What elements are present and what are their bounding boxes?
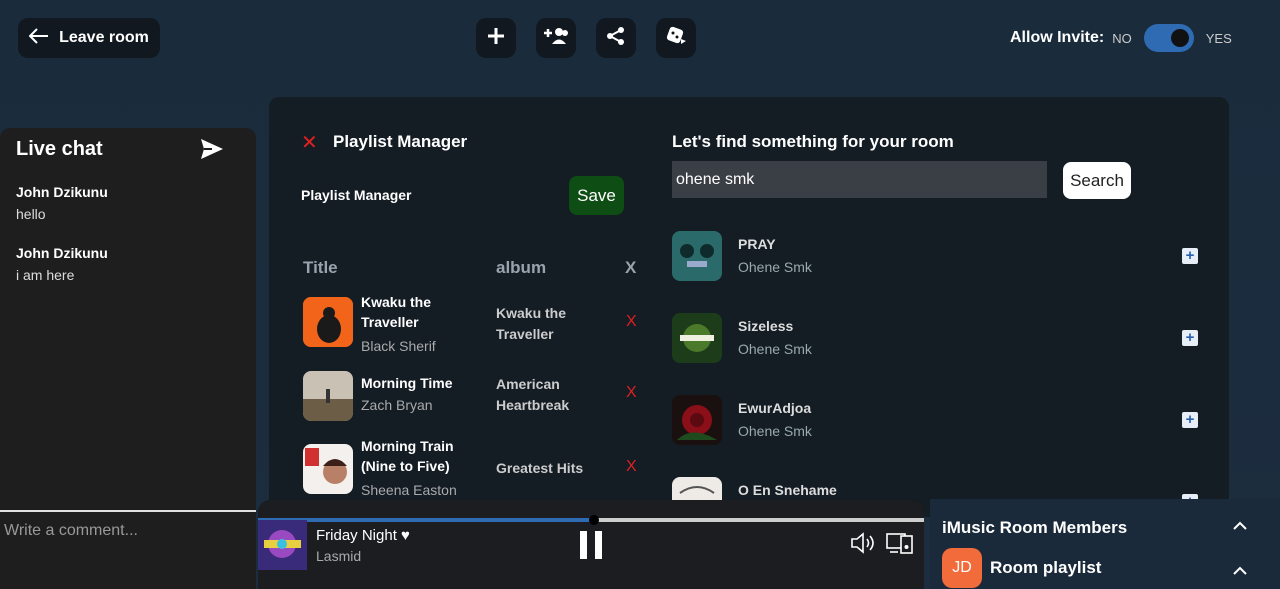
add-user-icon	[543, 27, 569, 50]
chat-text: hello	[16, 206, 46, 222]
invite-no-label: NO	[1112, 30, 1132, 46]
chat-message: John Dzikunu hello	[16, 184, 108, 222]
track-album: Greatest Hits	[496, 460, 584, 476]
volume-icon[interactable]	[850, 532, 878, 559]
chat-title: Live chat	[16, 138, 103, 160]
result-title: O En Snehame	[738, 482, 837, 498]
save-button[interactable]: Save	[569, 176, 624, 215]
avatar: JD	[942, 548, 982, 588]
shuffle-button[interactable]	[656, 18, 696, 58]
search-result: PRAY Ohene Smk +	[672, 231, 1202, 283]
chat-text: i am here	[16, 267, 75, 283]
album-art	[672, 231, 722, 281]
remove-track-button[interactable]: X	[626, 458, 637, 476]
chat-message: John Dzikunu i am here	[16, 245, 108, 283]
track-artist: Zach Bryan	[361, 397, 433, 413]
chat-author: John Dzikunu	[16, 245, 108, 261]
members-panel: iMusic Room Members JD Room playlist	[930, 499, 1280, 589]
column-title: Title	[303, 258, 338, 277]
playlist-manager-title: Playlist Manager	[333, 132, 468, 151]
arrow-left-icon	[28, 27, 49, 49]
now-playing-title: Friday Night ♥	[316, 527, 410, 544]
album-art	[672, 395, 722, 445]
track-title: Morning Train (Nine to Five)	[361, 438, 454, 474]
send-icon[interactable]	[200, 138, 224, 165]
add-icon	[487, 27, 505, 50]
track-title: Kwaku the Traveller	[361, 294, 432, 330]
playlist-manager-subtitle: Playlist Manager	[301, 187, 412, 203]
room-panel: ✕ Playlist Manager Playlist Manager Save…	[269, 97, 1229, 517]
progress-fill	[258, 518, 595, 522]
album-art	[303, 371, 353, 421]
track-album: Kwaku the Traveller	[496, 305, 567, 342]
allow-invite-control: Allow Invite: NO YES	[1010, 24, 1232, 52]
column-album: album	[496, 258, 547, 277]
playlist-row: Morning Time Zach Bryan American Heartbr…	[303, 371, 643, 425]
track-album: American Heartbreak	[496, 376, 570, 413]
album-art	[303, 297, 353, 347]
shuffle-icon	[665, 25, 687, 52]
progress-bar[interactable]	[258, 515, 924, 525]
track-artist: Sheena Easton	[361, 482, 457, 498]
add-user-button[interactable]	[536, 18, 576, 58]
remove-track-button[interactable]: X	[626, 384, 637, 402]
chevron-up-icon[interactable]	[1232, 518, 1248, 536]
search-button[interactable]: Search	[1063, 162, 1131, 199]
search-result: EwurAdjoa Ohene Smk +	[672, 395, 1202, 447]
album-art	[672, 313, 722, 363]
track-artist: Black Sherif	[361, 338, 436, 354]
progress-handle[interactable]	[589, 515, 600, 525]
search-result: Sizeless Ohene Smk +	[672, 313, 1202, 365]
result-title: PRAY	[738, 236, 776, 252]
toggle-knob	[1170, 29, 1189, 47]
column-remove: X	[625, 258, 637, 277]
members-title[interactable]: iMusic Room Members	[942, 518, 1127, 538]
pause-icon[interactable]	[578, 530, 604, 565]
now-playing-art	[258, 520, 307, 570]
result-artist: Ohene Smk	[738, 341, 812, 357]
add-to-playlist-button[interactable]: +	[1182, 330, 1198, 346]
music-player: Friday Night ♥ Lasmid	[258, 500, 924, 589]
result-title: EwurAdjoa	[738, 400, 812, 416]
result-title: Sizeless	[738, 318, 794, 334]
track-title: Morning Time	[361, 375, 453, 391]
add-to-playlist-button[interactable]: +	[1182, 412, 1198, 428]
room-playlist-title[interactable]: Room playlist	[990, 558, 1101, 578]
chat-author: John Dzikunu	[16, 184, 108, 200]
remove-track-button[interactable]: X	[626, 313, 637, 331]
comment-input[interactable]	[0, 510, 256, 550]
invite-yes-label: YES	[1205, 30, 1232, 46]
leave-room-label: Leave room	[59, 29, 149, 46]
devices-icon[interactable]	[886, 532, 914, 559]
playlist-row: Kwaku the Traveller Black Sherif Kwaku t…	[303, 292, 643, 354]
playlist-row: Morning Train (Nine to Five) Sheena East…	[303, 438, 643, 498]
allow-invite-toggle[interactable]	[1143, 24, 1194, 52]
share-button[interactable]	[596, 18, 636, 58]
album-art	[303, 444, 353, 494]
share-icon	[606, 26, 626, 51]
leave-room-button[interactable]: Leave room	[18, 18, 160, 58]
result-artist: Ohene Smk	[738, 259, 812, 275]
now-playing-artist: Lasmid	[316, 548, 362, 564]
search-section-title: Let's find something for your room	[672, 132, 954, 151]
chevron-up-icon[interactable]	[1232, 563, 1248, 581]
allow-invite-label: Allow Invite:	[1010, 29, 1105, 46]
add-to-playlist-button[interactable]: +	[1182, 248, 1198, 264]
close-icon[interactable]: ✕	[301, 130, 318, 155]
add-button[interactable]	[476, 18, 516, 58]
live-chat-panel: Live chat John Dzikunu hello John Dzikun…	[0, 128, 256, 589]
search-input[interactable]	[672, 161, 1047, 198]
result-artist: Ohene Smk	[738, 423, 812, 439]
